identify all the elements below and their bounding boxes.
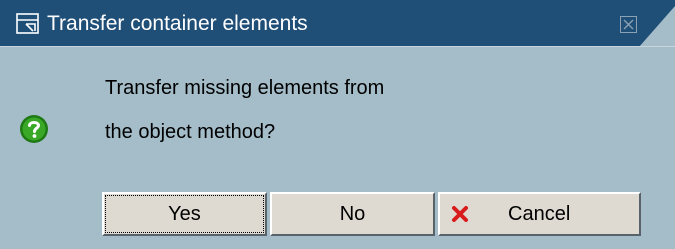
no-button[interactable]: No	[270, 192, 435, 236]
yes-button[interactable]: Yes	[102, 192, 267, 236]
cancel-button-label: Cancel	[508, 202, 571, 225]
dialog-window-icon	[16, 13, 39, 34]
dialog-title: Transfer container elements	[47, 12, 308, 35]
focus-rectangle	[105, 195, 264, 233]
close-icon[interactable]	[620, 16, 637, 33]
dialog-titlebar[interactable]: Transfer container elements	[0, 0, 675, 47]
red-x-icon	[452, 206, 468, 222]
message-line-2: the object method?	[105, 121, 276, 143]
cancel-button[interactable]: Cancel	[438, 192, 641, 236]
no-button-label: No	[339, 202, 366, 225]
message-line-1: Transfer missing elements from	[105, 77, 385, 99]
help-icon	[20, 115, 48, 143]
confirmation-dialog: Transfer container elements Transfer mis…	[0, 0, 675, 249]
